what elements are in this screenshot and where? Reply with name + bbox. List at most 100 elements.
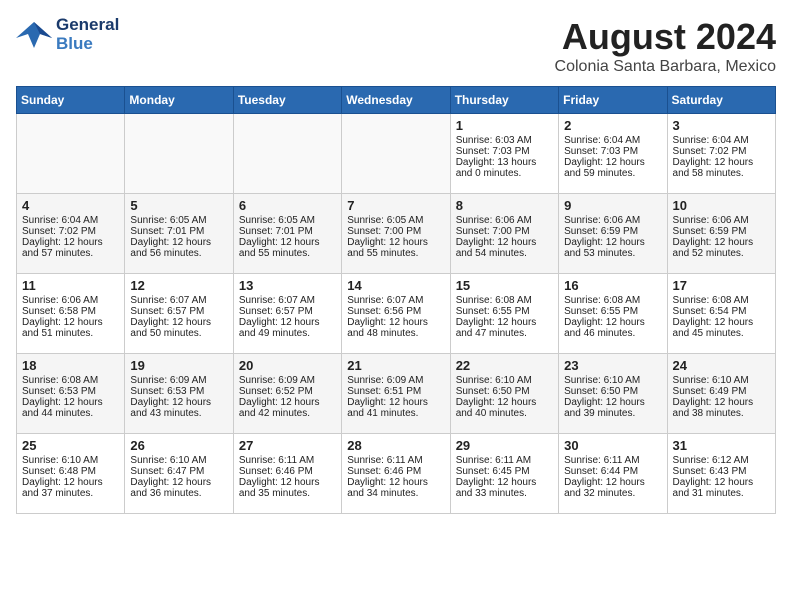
day-info: Daylight: 12 hours (347, 477, 444, 488)
day-info: Daylight: 13 hours (456, 157, 553, 168)
day-info: Sunset: 6:49 PM (673, 386, 770, 397)
calendar-cell (125, 114, 233, 194)
day-info: Daylight: 12 hours (564, 477, 661, 488)
calendar-cell: 10Sunrise: 6:06 AMSunset: 6:59 PMDayligh… (667, 194, 775, 274)
day-info: and 49 minutes. (239, 328, 336, 339)
day-info: and 41 minutes. (347, 408, 444, 419)
day-info: Sunrise: 6:11 AM (347, 455, 444, 466)
day-info: and 42 minutes. (239, 408, 336, 419)
calendar-cell (17, 114, 125, 194)
calendar-cell: 9Sunrise: 6:06 AMSunset: 6:59 PMDaylight… (559, 194, 667, 274)
day-info: Sunset: 6:50 PM (564, 386, 661, 397)
calendar-cell: 17 Sunrise: 6:08 AMSunset: 6:54 PMDayligh… (667, 274, 775, 354)
day-info: and 51 minutes. (22, 328, 119, 339)
calendar-cell: 19Sunrise: 6:09 AMSunset: 6:53 PMDayligh… (125, 354, 233, 434)
calendar-cell: 5Sunrise: 6:05 AMSunset: 7:01 PMDaylight… (125, 194, 233, 274)
day-info: and 54 minutes. (456, 248, 553, 259)
calendar-cell: 8Sunrise: 6:06 AMSunset: 7:00 PMDaylight… (450, 194, 558, 274)
day-info: Sunset: 6:52 PM (239, 386, 336, 397)
day-info: and 40 minutes. (456, 408, 553, 419)
day-number: 10 (673, 198, 770, 213)
day-info: Sunset: 6:48 PM (22, 466, 119, 477)
logo-text: General Blue (56, 16, 119, 53)
calendar-week-3: 18Sunrise: 6:08 AMSunset: 6:53 PMDayligh… (17, 354, 776, 434)
day-info: Sunrise: 6:10 AM (22, 455, 119, 466)
logo: General Blue (16, 16, 119, 53)
day-info: Daylight: 12 hours (673, 477, 770, 488)
title-block: August 2024 Colonia Santa Barbara, Mexic… (555, 16, 776, 76)
calendar-cell: 30Sunrise: 6:11 AMSunset: 6:44 PMDayligh… (559, 434, 667, 514)
day-info: Daylight: 12 hours (673, 237, 770, 248)
calendar-cell: 6Sunrise: 6:05 AMSunset: 7:01 PMDaylight… (233, 194, 341, 274)
day-info: Sunrise: 6:05 AM (130, 215, 227, 226)
day-info: Daylight: 12 hours (673, 157, 770, 168)
main-title: August 2024 (555, 16, 776, 58)
day-info: and 33 minutes. (456, 488, 553, 499)
day-info: Sunrise: 6:04 AM (673, 135, 770, 146)
day-number: 24 (673, 358, 770, 373)
day-info: Sunrise: 6:04 AM (22, 215, 119, 226)
day-number: 19 (130, 358, 227, 373)
day-info: Sunset: 6:44 PM (564, 466, 661, 477)
day-number: 28 (347, 438, 444, 453)
day-number: 20 (239, 358, 336, 373)
day-number: 6 (239, 198, 336, 213)
calendar-week-1: 4Sunrise: 6:04 AMSunset: 7:02 PMDaylight… (17, 194, 776, 274)
day-info: Daylight: 12 hours (22, 477, 119, 488)
day-info: Daylight: 12 hours (22, 397, 119, 408)
day-info: Daylight: 12 hours (22, 317, 119, 328)
day-info: Sunrise: 6:06 AM (564, 215, 661, 226)
day-info: and 53 minutes. (564, 248, 661, 259)
day-info: and 0 minutes. (456, 168, 553, 179)
day-info: and 38 minutes. (673, 408, 770, 419)
day-info: Sunset: 6:55 PM (564, 306, 661, 317)
day-info: Sunrise: 6:10 AM (564, 375, 661, 386)
day-info: and 36 minutes. (130, 488, 227, 499)
calendar-cell: 25 Sunrise: 6:10 AMSunset: 6:48 PMDayligh… (17, 434, 125, 514)
day-info: Daylight: 12 hours (673, 317, 770, 328)
day-info: and 43 minutes. (130, 408, 227, 419)
day-info: Daylight: 12 hours (239, 397, 336, 408)
day-info: Daylight: 12 hours (347, 317, 444, 328)
day-info: Sunrise: 6:08 AM (673, 295, 770, 306)
page-header: General Blue August 2024 Colonia Santa B… (16, 16, 776, 76)
calendar-cell: 18Sunrise: 6:08 AMSunset: 6:53 PMDayligh… (17, 354, 125, 434)
day-info: Daylight: 12 hours (564, 157, 661, 168)
day-info: Sunset: 6:57 PM (130, 306, 227, 317)
day-info: Daylight: 12 hours (456, 477, 553, 488)
day-number: 27 (239, 438, 336, 453)
day-info: Sunset: 6:56 PM (347, 306, 444, 317)
day-info: and 59 minutes. (564, 168, 661, 179)
day-number: 21 (347, 358, 444, 373)
calendar-cell: 16Sunrise: 6:08 AMSunset: 6:55 PMDayligh… (559, 274, 667, 354)
day-info: and 37 minutes. (22, 488, 119, 499)
day-info: Daylight: 12 hours (239, 237, 336, 248)
day-info: Daylight: 12 hours (456, 317, 553, 328)
calendar-cell: 7Sunrise: 6:05 AMSunset: 7:00 PMDaylight… (342, 194, 450, 274)
day-info: Daylight: 12 hours (130, 317, 227, 328)
day-number: 9 (564, 198, 661, 213)
day-info: and 31 minutes. (673, 488, 770, 499)
day-info: Daylight: 12 hours (130, 237, 227, 248)
day-info: Sunrise: 6:08 AM (456, 295, 553, 306)
calendar-week-2: 11Sunrise: 6:06 AMSunset: 6:58 PMDayligh… (17, 274, 776, 354)
day-info: Sunset: 6:57 PM (239, 306, 336, 317)
day-number: 5 (130, 198, 227, 213)
day-info: Daylight: 12 hours (22, 237, 119, 248)
day-info: Sunset: 7:03 PM (456, 146, 553, 157)
day-info: and 55 minutes. (347, 248, 444, 259)
day-number: 17 (673, 278, 770, 293)
day-info: Sunset: 6:54 PM (673, 306, 770, 317)
day-number: 25 (22, 438, 119, 453)
day-number: 7 (347, 198, 444, 213)
day-info: Sunset: 6:46 PM (239, 466, 336, 477)
day-info: Sunrise: 6:10 AM (130, 455, 227, 466)
day-info: Daylight: 12 hours (347, 237, 444, 248)
day-info: Sunrise: 6:08 AM (564, 295, 661, 306)
day-info: Sunrise: 6:04 AM (564, 135, 661, 146)
day-header-tuesday: Tuesday (233, 87, 341, 114)
calendar-cell (233, 114, 341, 194)
day-number: 8 (456, 198, 553, 213)
calendar-week-0: 1Sunrise: 6:03 AMSunset: 7:03 PMDaylight… (17, 114, 776, 194)
day-info: Sunrise: 6:07 AM (239, 295, 336, 306)
